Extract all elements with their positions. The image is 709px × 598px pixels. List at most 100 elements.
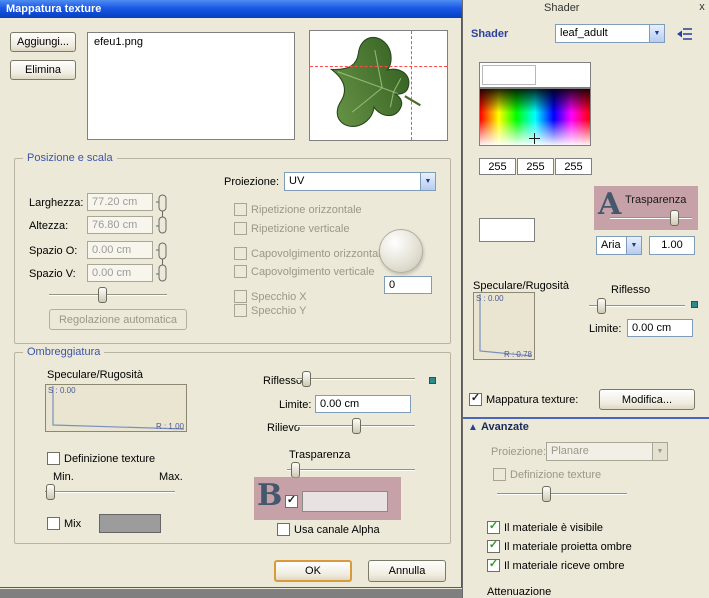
slider-thumb[interactable] [46, 484, 55, 500]
repeat-vertical-checkbox[interactable] [234, 222, 247, 235]
guide-line-vertical [411, 31, 412, 140]
projection-select[interactable]: UV ▼ [284, 172, 436, 191]
alpha-channel-checkbox[interactable] [277, 523, 290, 536]
panel-projection-select[interactable]: Planare ▼ [546, 442, 668, 461]
medium-amount-field[interactable]: 1.00 [649, 236, 695, 255]
chevron-down-icon[interactable]: ▼ [649, 25, 664, 42]
projection-value: UV [285, 173, 420, 190]
reflection-slider[interactable] [297, 371, 415, 387]
current-color-swatch[interactable] [479, 218, 535, 242]
scale-slider[interactable] [49, 287, 167, 303]
material-visible-checkbox[interactable] [487, 521, 500, 534]
link-chain-icon[interactable] [155, 193, 168, 235]
flip-horizontal-checkbox[interactable] [234, 247, 247, 260]
close-icon[interactable]: x [696, 1, 708, 13]
mix-color-swatch[interactable] [99, 514, 161, 533]
transparency-slider[interactable] [287, 462, 415, 478]
material-receives-shadows-checkbox[interactable] [487, 559, 500, 572]
repeat-vertical-label: Ripetizione verticale [251, 223, 349, 236]
relief-slider[interactable] [297, 418, 415, 434]
rotation-angle-field[interactable]: 0 [384, 276, 432, 294]
slider-thumb[interactable] [352, 418, 361, 434]
panel-reflection-label: Riflesso [611, 284, 650, 297]
slider-track [287, 469, 415, 471]
advanced-section-label[interactable]: Avanzate [481, 421, 529, 434]
panel-limit-label: Limite: [589, 323, 621, 336]
panel-transparency-slider[interactable] [610, 210, 692, 226]
green-value-field[interactable]: 255 [517, 158, 554, 175]
shader-panel: Shader x Shader leaf_adult ▼ 255 255 255… [462, 0, 709, 598]
transparency-color-field[interactable] [302, 491, 388, 512]
add-texture-button[interactable]: Aggiungi... [10, 32, 76, 52]
space-u-field[interactable]: 0.00 cm [87, 241, 153, 259]
cancel-button[interactable]: Annulla [368, 560, 446, 582]
panel-specular-graph[interactable]: S : 0.00 R : 0.78 [473, 292, 535, 360]
chevron-down-icon[interactable]: ▼ [652, 443, 667, 460]
specular-curve-graph[interactable]: S : 0.00 R : 1.00 [45, 384, 187, 432]
alpha-channel-label: Usa canale Alpha [294, 524, 380, 537]
mirror-y-checkbox[interactable] [234, 304, 247, 317]
height-field[interactable]: 76.80 cm [87, 216, 153, 234]
slider-thumb[interactable] [542, 486, 551, 502]
texture-list[interactable]: efeu1.png [87, 32, 295, 140]
repeat-horizontal-label: Ripetizione orizzontale [251, 204, 362, 217]
rotation-dial[interactable] [379, 229, 423, 273]
slider-thumb[interactable] [597, 298, 606, 314]
material-casts-shadows-checkbox[interactable] [487, 540, 500, 553]
slider-track [297, 378, 415, 380]
panel-caption: Shader [544, 2, 579, 15]
slider-thumb[interactable] [670, 210, 679, 226]
shader-value: leaf_adult [556, 25, 649, 42]
slider-thumb[interactable] [302, 371, 311, 387]
slider-thumb[interactable] [98, 287, 107, 303]
texture-mapping-checkbox[interactable] [469, 393, 482, 406]
texture-definition-checkbox[interactable] [47, 452, 60, 465]
texture-definition-label: Definizione texture [64, 453, 155, 466]
blue-value-field[interactable]: 255 [555, 158, 592, 175]
panel-texture-definition-checkbox[interactable] [493, 468, 506, 481]
link-chain-icon[interactable] [155, 241, 168, 283]
material-casts-shadows-label: Il materiale proietta ombre [504, 541, 632, 554]
shader-menu-icon[interactable] [677, 27, 693, 41]
flip-vertical-checkbox[interactable] [234, 265, 247, 278]
ok-button[interactable]: OK [274, 560, 352, 582]
red-value-field[interactable]: 255 [479, 158, 516, 175]
panel-limit-field[interactable]: 0.00 cm [627, 319, 693, 337]
chevron-down-icon[interactable]: ▼ [420, 173, 435, 190]
width-field[interactable]: 77.20 cm [87, 193, 153, 211]
triangle-up-icon[interactable]: ▲ [468, 421, 478, 434]
color-spectrum[interactable] [479, 88, 591, 146]
space-u-label: Spazio O: [29, 245, 77, 258]
slider-track [610, 217, 692, 219]
specular-roughness-label: Speculare/Rugosità [47, 369, 143, 382]
flip-vertical-label: Capovolgimento verticale [251, 266, 375, 279]
repeat-horizontal-checkbox[interactable] [234, 203, 247, 216]
limit-field[interactable]: 0.00 cm [315, 395, 411, 413]
slider-track [497, 493, 627, 495]
space-v-field[interactable]: 0.00 cm [87, 264, 153, 282]
brightness-strip[interactable] [479, 62, 591, 88]
mirror-y-label: Specchio Y [251, 305, 306, 318]
transparency-color-checkbox[interactable] [285, 495, 298, 508]
dialog-titlebar[interactable]: Mappatura texture [0, 0, 462, 18]
slider-thumb[interactable] [291, 462, 300, 478]
annotation-a-highlight: A Trasparenza [594, 186, 698, 230]
mix-checkbox[interactable] [47, 517, 60, 530]
reflection-toggle-icon[interactable] [691, 301, 698, 308]
shader-select[interactable]: leaf_adult ▼ [555, 24, 665, 43]
reflection-toggle-icon[interactable] [429, 377, 436, 384]
min-max-slider[interactable] [45, 484, 175, 500]
material-receives-shadows-label: Il materiale riceve ombre [504, 560, 624, 573]
mirror-x-checkbox[interactable] [234, 290, 247, 303]
delete-texture-button[interactable]: Elimina [10, 60, 76, 80]
relief-label: Rilievo [267, 422, 300, 435]
panel-definition-slider[interactable] [497, 486, 627, 502]
auto-adjust-button[interactable]: Regolazione automatica [49, 309, 187, 330]
edit-mapping-button[interactable]: Modifica... [599, 389, 695, 410]
brightness-cursor[interactable] [482, 65, 536, 85]
texture-list-item[interactable]: efeu1.png [88, 33, 294, 51]
medium-select[interactable]: Aria ▼ [596, 236, 642, 255]
panel-reflection-slider[interactable] [589, 298, 685, 314]
chevron-down-icon[interactable]: ▼ [626, 237, 641, 254]
space-v-label: Spazio V: [29, 268, 76, 281]
